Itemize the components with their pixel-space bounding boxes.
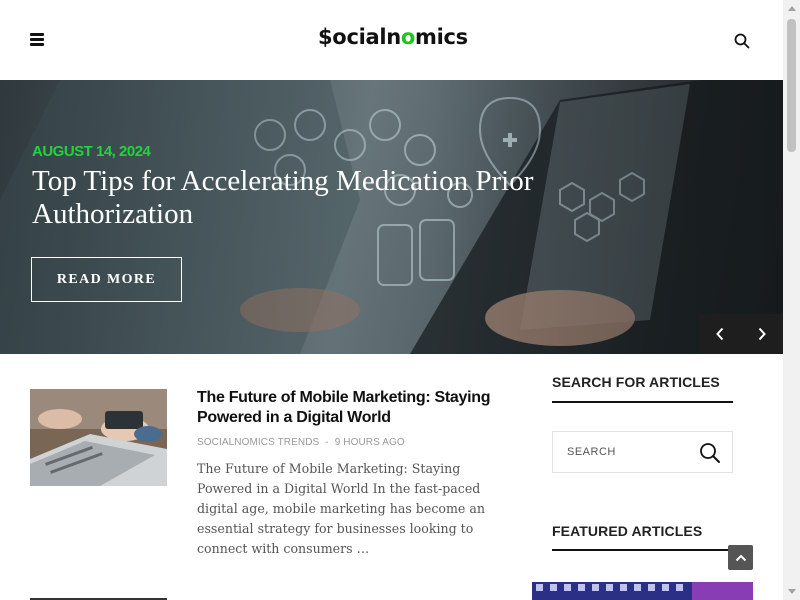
site-logo[interactable]: $ocialnomics	[318, 25, 468, 49]
scroll-down-button[interactable]	[783, 583, 800, 600]
hero-date: AUGUST 14, 2024	[32, 143, 151, 160]
search-icon[interactable]	[699, 442, 721, 464]
arrow-down-icon	[787, 589, 796, 594]
chevron-up-icon	[735, 554, 746, 561]
article-thumbnail[interactable]	[30, 389, 167, 486]
heading-divider	[552, 401, 733, 403]
article-category[interactable]: SOCIALNOMICS TRENDS	[197, 437, 319, 448]
logo-text-accent: o	[400, 25, 416, 49]
hamburger-icon[interactable]	[30, 33, 44, 46]
sidebar-search	[552, 431, 733, 473]
site-header: $ocialnomics	[0, 0, 783, 80]
article-meta: SOCIALNOMICS TRENDS -9 HOURS AGO	[197, 437, 405, 448]
article-time: 9 HOURS AGO	[334, 437, 405, 448]
back-to-top-button[interactable]	[728, 545, 753, 570]
arrow-up-icon	[787, 6, 796, 11]
page-scrollbar[interactable]	[783, 0, 800, 600]
search-input[interactable]	[567, 442, 687, 462]
search-icon[interactable]	[734, 33, 750, 49]
slider-prev-button[interactable]	[699, 314, 741, 354]
article-thumbnail-image	[30, 389, 167, 486]
featured-articles-heading: FEATURED ARTICLES	[552, 523, 703, 539]
logo-text-end: mics	[415, 25, 468, 49]
featured-article-image[interactable]	[532, 582, 753, 600]
article-excerpt: The Future of Mobile Marketing: Staying …	[197, 461, 485, 556]
logo-text-start: $ocialn	[318, 25, 401, 49]
slider-next-button[interactable]	[741, 314, 783, 354]
chevron-left-icon	[716, 327, 724, 341]
heading-divider	[552, 549, 733, 551]
scrollbar-thumb[interactable]	[787, 19, 796, 152]
chevron-right-icon	[758, 327, 766, 341]
slider-nav	[699, 314, 783, 354]
article-title[interactable]: The Future of Mobile Marketing: Staying …	[197, 388, 502, 428]
search-articles-heading: SEARCH FOR ARTICLES	[552, 374, 720, 390]
meta-separator: -	[325, 437, 329, 448]
scroll-up-button[interactable]	[783, 0, 800, 17]
read-more-button[interactable]: READ MORE	[31, 257, 182, 302]
hero-slider: AUGUST 14, 2024 Top Tips for Acceleratin…	[0, 80, 783, 354]
hero-title[interactable]: Top Tips for Accelerating Medication Pri…	[32, 165, 592, 231]
